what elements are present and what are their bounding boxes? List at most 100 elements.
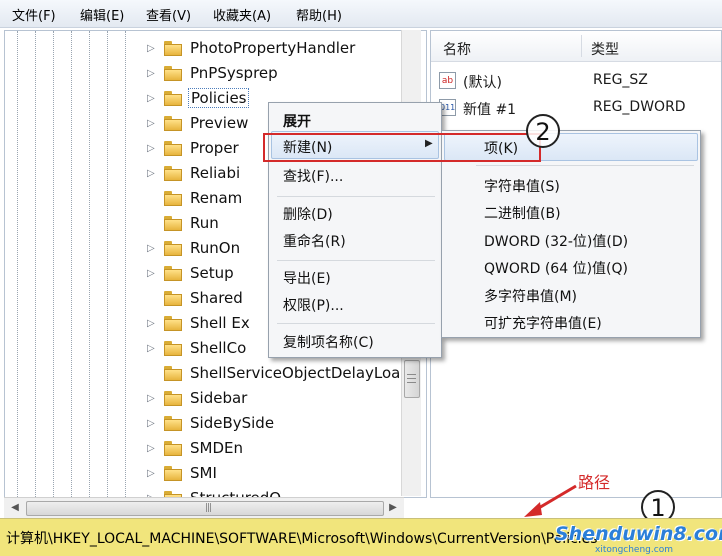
tree-horizontal-scrollbar[interactable]: ◀ ||| ▶ <box>4 497 404 518</box>
folder-icon <box>164 141 182 156</box>
folder-icon <box>164 266 182 281</box>
scroll-right-icon[interactable]: ▶ <box>386 501 400 515</box>
tree-item-label: SMI <box>190 464 217 482</box>
tree-item-label: PhotoPropertyHandler <box>190 39 356 57</box>
value-type: REG_DWORD <box>593 99 686 115</box>
menu-item-binary-value[interactable]: 二进制值(B) <box>484 203 561 223</box>
folder-icon <box>164 191 182 206</box>
folder-icon <box>164 41 182 56</box>
menu-item-multi-string-value[interactable]: 多字符串值(M) <box>484 286 577 306</box>
tree-item-label: Setup <box>190 264 234 282</box>
expand-arrow-icon[interactable]: ▷ <box>147 118 157 130</box>
menu-item-dword-value[interactable]: DWORD (32-位)值(D) <box>484 231 628 251</box>
tree-item-label: Shared <box>190 289 243 307</box>
expand-arrow-icon[interactable]: ▷ <box>147 393 157 405</box>
folder-icon <box>164 116 182 131</box>
tree-guide-line <box>17 31 18 497</box>
tree-item[interactable]: ▷ SideBySide <box>147 412 426 436</box>
expand-arrow-icon[interactable]: ▷ <box>147 318 157 330</box>
highlight-box <box>263 133 541 162</box>
expand-arrow-icon[interactable]: ▷ <box>147 443 157 455</box>
tree-item-label: Sidebar <box>190 389 248 407</box>
tree-item-label: PnPSysprep <box>190 64 278 82</box>
menu-item-export[interactable]: 导出(E) <box>283 268 331 288</box>
expand-arrow-icon[interactable] <box>147 293 157 305</box>
menu-item-find[interactable]: 查找(F)... <box>283 166 343 186</box>
expand-arrow-icon[interactable] <box>147 368 157 380</box>
tree-item-label: Policies <box>188 88 250 108</box>
path-label: 路径 <box>578 473 611 492</box>
menu-item-expand[interactable]: 展开 <box>283 111 311 131</box>
menu-view[interactable]: 查看(V) <box>146 5 191 24</box>
value-row[interactable]: ab (默认) REG_SZ <box>439 69 719 93</box>
tree-item[interactable]: ▷ Sidebar <box>147 387 426 411</box>
menu-file[interactable]: 文件(F) <box>12 5 56 24</box>
watermark-logo: Shenduwin8.com xitongcheng.com <box>555 521 722 555</box>
menu-help[interactable]: 帮助(H) <box>296 5 342 24</box>
column-header-type[interactable]: 类型 <box>591 39 619 59</box>
expand-arrow-icon[interactable]: ▷ <box>147 143 157 155</box>
tree-item[interactable]: ▷ PnPSysprep <box>147 62 426 86</box>
values-header: 名称 类型 <box>431 31 721 62</box>
tree-guide-line <box>125 31 126 497</box>
value-name: (默认) <box>463 75 502 91</box>
menu-item-string-value[interactable]: 字符串值(S) <box>484 176 560 196</box>
tree-item[interactable]: ▷ SMI <box>147 462 426 486</box>
menu-item-delete[interactable]: 删除(D) <box>283 204 333 224</box>
value-name: 新值 #1 <box>463 102 517 118</box>
scrollbar-thumb[interactable]: ||| <box>26 501 384 516</box>
grip-icon: ||| <box>205 503 212 513</box>
scroll-left-icon[interactable]: ◀ <box>8 501 22 515</box>
column-divider[interactable] <box>581 35 582 57</box>
tree-guide-line <box>35 31 36 497</box>
tree-item-label: ShellServiceObjectDelayLoad <box>190 364 410 382</box>
expand-arrow-icon[interactable]: ▷ <box>147 168 157 180</box>
menu-item-permissions[interactable]: 权限(P)... <box>283 295 344 315</box>
tree-item[interactable]: ▷ PhotoPropertyHandler <box>147 37 426 61</box>
folder-icon <box>164 341 182 356</box>
menu-item-rename[interactable]: 重命名(R) <box>283 231 346 251</box>
menu-item-copy-key-name[interactable]: 复制项名称(C) <box>283 332 374 352</box>
folder-icon <box>164 66 182 81</box>
menu-separator <box>277 196 435 197</box>
value-type: REG_SZ <box>593 72 648 88</box>
tree-guide-line <box>53 31 54 497</box>
menu-edit[interactable]: 编辑(E) <box>80 5 124 24</box>
expand-arrow-icon[interactable] <box>147 218 157 230</box>
expand-arrow-icon[interactable]: ▷ <box>147 418 157 430</box>
expand-arrow-icon[interactable]: ▷ <box>147 68 157 80</box>
expand-arrow-icon[interactable]: ▷ <box>147 343 157 355</box>
tree-item-label: ShellCo <box>190 339 247 357</box>
folder-icon <box>164 391 182 406</box>
expand-arrow-icon[interactable]: ▷ <box>147 243 157 255</box>
tree-item-label: Renam <box>190 189 243 207</box>
expand-arrow-icon[interactable]: ▷ <box>147 93 157 105</box>
menu-favorites[interactable]: 收藏夹(A) <box>213 5 271 24</box>
folder-icon <box>164 416 182 431</box>
step-2-marker: 2 <box>526 114 560 148</box>
string-value-icon: ab <box>439 72 456 89</box>
expand-arrow-icon[interactable] <box>147 193 157 205</box>
expand-arrow-icon[interactable]: ▷ <box>147 468 157 480</box>
tree-item-label: SMDEn <box>190 439 243 457</box>
menu-separator <box>277 323 435 324</box>
tree-item[interactable]: ShellServiceObjectDelayLoad <box>147 362 426 386</box>
expand-arrow-icon[interactable]: ▷ <box>147 268 157 280</box>
registry-path: 计算机\HKEY_LOCAL_MACHINE\SOFTWARE\Microsof… <box>6 531 598 547</box>
menu-item-qword-value[interactable]: QWORD (64 位)值(Q) <box>484 258 628 278</box>
folder-icon <box>164 366 182 381</box>
folder-icon <box>164 91 182 106</box>
tree-item[interactable]: ▷ SMDEn <box>147 437 426 461</box>
tree-item-label: Shell Ex <box>190 314 250 332</box>
menu-separator <box>277 260 435 261</box>
column-header-name[interactable]: 名称 <box>443 39 471 59</box>
menu-item-expandable-string-value[interactable]: 可扩充字符串值(E) <box>484 313 602 333</box>
tree-guide-line <box>71 31 72 497</box>
expand-arrow-icon[interactable]: ▷ <box>147 43 157 55</box>
folder-icon <box>164 291 182 306</box>
watermark-text: Shenduwin8.com <box>555 523 722 545</box>
folder-icon <box>164 241 182 256</box>
value-row[interactable]: 011 新值 #1 REG_DWORD <box>439 96 719 120</box>
scrollbar-thumb[interactable] <box>404 360 420 398</box>
watermark-subtext: xitongcheng.com <box>595 545 673 555</box>
